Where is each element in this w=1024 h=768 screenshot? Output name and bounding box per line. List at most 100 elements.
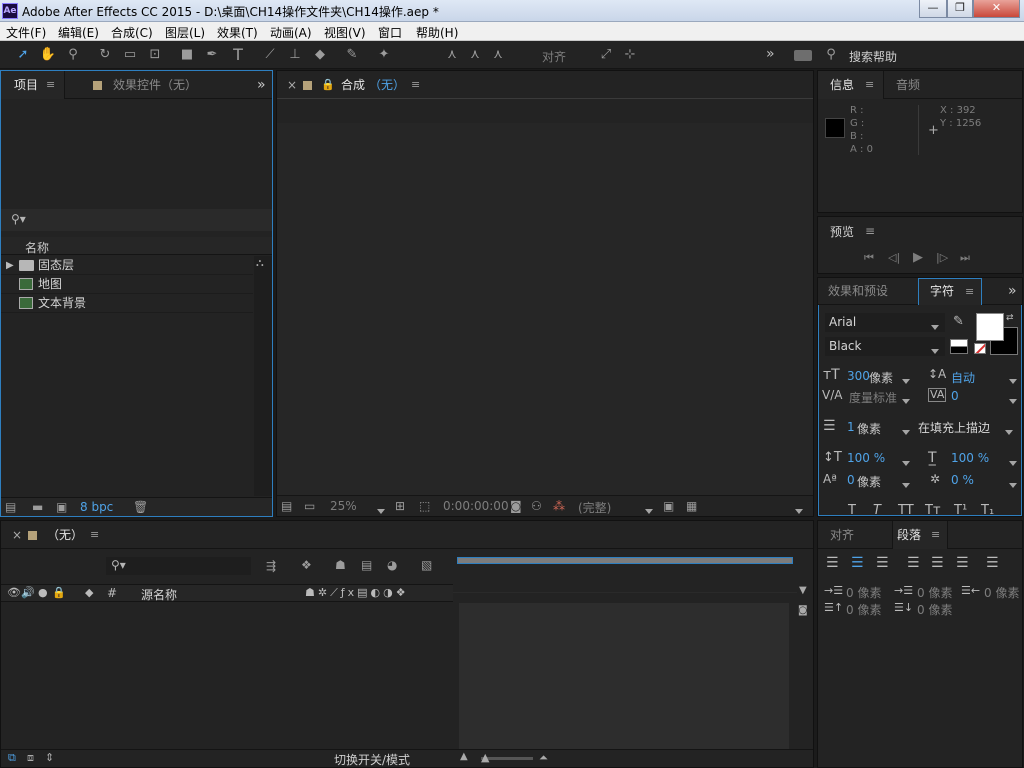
safe-margins-icon[interactable]: ⊞: [395, 499, 405, 513]
zoom-dropdown-icon[interactable]: [377, 504, 385, 518]
timeline-menu-icon[interactable]: ≡: [90, 521, 99, 549]
workspace-sync-icon[interactable]: [794, 50, 812, 61]
flowchart-icon[interactable]: ⛬: [256, 256, 264, 270]
viewer-timecode[interactable]: 0:00:00:00: [443, 499, 509, 513]
motion-blur-icon[interactable]: ◕: [387, 558, 397, 572]
solo-switch-icon[interactable]: ●: [38, 586, 48, 599]
align-center-icon[interactable]: ☰: [851, 555, 864, 571]
audio-switch-icon[interactable]: 🔊: [21, 586, 35, 599]
transfer-controls-toggle-icon[interactable]: ⧈: [27, 751, 34, 765]
align-left-icon[interactable]: ☰: [826, 555, 839, 571]
video-switch-icon[interactable]: 👁: [7, 586, 21, 599]
snap-grid-icon[interactable]: ⊹: [621, 46, 639, 64]
view-axis-icon[interactable]: ⋏: [489, 46, 507, 64]
chevron-down-icon[interactable]: [1009, 478, 1017, 492]
eyedropper-icon[interactable]: ✎: [953, 314, 964, 329]
composition-viewer[interactable]: [277, 123, 813, 495]
indent-left-value[interactable]: 0 像素: [846, 584, 881, 601]
project-item[interactable]: 地图: [1, 275, 253, 294]
character-menu-icon[interactable]: ≡: [965, 278, 974, 305]
fill-color-swatch[interactable]: [976, 313, 1004, 341]
clone-stamp-tool-icon[interactable]: ⊥: [286, 46, 304, 64]
in-out-toggle-icon[interactable]: ⇕: [45, 751, 54, 764]
faux-italic-icon[interactable]: T: [873, 503, 881, 518]
project-menu-icon[interactable]: ≡: [46, 71, 55, 99]
menu-help[interactable]: 帮助(H): [416, 24, 458, 41]
menu-window[interactable]: 窗口: [378, 24, 402, 41]
chevron-down-icon[interactable]: [1009, 394, 1017, 408]
viewer-menu-dropdown-icon[interactable]: [795, 504, 803, 518]
chevron-down-icon[interactable]: [902, 374, 910, 388]
new-composition-icon[interactable]: ▣: [56, 500, 67, 514]
stroke-width-value[interactable]: 1: [847, 420, 855, 434]
justify-all-icon[interactable]: ☰: [986, 555, 999, 571]
chevron-down-icon[interactable]: [1009, 374, 1017, 388]
comp-flowchart-icon[interactable]: ⇶: [266, 559, 276, 573]
font-style-select[interactable]: Black: [825, 337, 945, 356]
font-family-select[interactable]: Arial: [825, 313, 945, 332]
new-folder-icon[interactable]: ▬: [32, 500, 43, 514]
always-preview-icon[interactable]: ▤: [281, 499, 292, 513]
timeline-vertical-scrollbar[interactable]: ▼ ◙: [797, 583, 813, 749]
small-caps-icon[interactable]: Tт: [925, 503, 941, 518]
local-axis-icon[interactable]: ⋏: [443, 46, 461, 64]
tab-info[interactable]: 信息: [830, 71, 854, 99]
lock-icon[interactable]: 🔒: [321, 71, 335, 99]
timeline-comp-name[interactable]: （无）: [47, 521, 83, 549]
swap-colors-icon[interactable]: ⇄: [1006, 313, 1014, 323]
space-after-value[interactable]: 0 像素: [917, 601, 952, 618]
faux-bold-icon[interactable]: T: [848, 503, 856, 518]
zoom-in-icon[interactable]: ⏶: [539, 751, 548, 765]
zoom-out-icon[interactable]: ▲: [460, 751, 468, 762]
tab-preview[interactable]: 预览: [830, 223, 854, 240]
tracking-value[interactable]: 0: [951, 389, 959, 403]
preview-menu-icon[interactable]: ≡: [865, 224, 875, 238]
next-frame-icon[interactable]: |▷: [936, 251, 948, 264]
shy-layers-icon[interactable]: ☗: [335, 558, 346, 572]
menu-file[interactable]: 文件(F): [6, 24, 46, 41]
toolbar-overflow-button[interactable]: »: [766, 46, 775, 62]
transparency-grid-icon[interactable]: ▦: [686, 499, 697, 513]
close-button[interactable]: ✕: [973, 0, 1020, 18]
camera-tool-icon[interactable]: ▭: [121, 46, 139, 64]
pen-tool-icon[interactable]: ✒: [203, 46, 221, 64]
menu-layer[interactable]: 图层(L): [165, 24, 205, 41]
subscript-icon[interactable]: T₁: [981, 503, 994, 518]
tab-audio[interactable]: 音频: [896, 71, 920, 99]
puppet-pin-tool-icon[interactable]: ✦: [375, 46, 393, 64]
project-search-bar[interactable]: ⚲▾: [1, 209, 272, 231]
brush-tool-icon[interactable]: ⟋: [261, 46, 279, 64]
last-frame-icon[interactable]: ⏭: [960, 251, 970, 265]
font-size-value[interactable]: 300: [847, 369, 870, 383]
no-fill-icon[interactable]: [974, 343, 986, 354]
bpc-button[interactable]: 8 bpc: [80, 500, 113, 514]
comp-menu-icon[interactable]: ≡: [411, 71, 420, 99]
space-before-value[interactable]: 0 像素: [846, 601, 881, 618]
tab-character[interactable]: 字符: [930, 278, 954, 305]
character-overflow-button[interactable]: »: [1008, 278, 1017, 305]
interpret-footage-icon[interactable]: ▤: [5, 500, 16, 514]
horizontal-scale-value[interactable]: 100 %: [951, 451, 989, 465]
minimize-button[interactable]: —: [919, 0, 947, 18]
justify-left-icon[interactable]: ☰: [907, 555, 920, 571]
first-frame-icon[interactable]: ⏮: [864, 251, 874, 265]
trash-icon[interactable]: 🗑: [133, 500, 148, 514]
work-area-bar[interactable]: [453, 554, 797, 572]
type-tool-icon[interactable]: T: [229, 46, 247, 64]
menu-effect[interactable]: 效果(T): [217, 24, 258, 41]
monitor-icon[interactable]: ▭: [304, 499, 315, 513]
kerning-value[interactable]: 度量标准: [849, 389, 897, 406]
menu-composition[interactable]: 合成(C): [111, 24, 153, 41]
resolution-dropdown-icon[interactable]: [645, 504, 653, 518]
pan-behind-tool-icon[interactable]: ⊡: [146, 46, 164, 64]
all-caps-icon[interactable]: TT: [898, 503, 914, 518]
stroke-mode-select[interactable]: 在填充上描边: [915, 417, 1019, 437]
tsume-value[interactable]: 0 %: [951, 473, 974, 487]
region-of-interest-icon[interactable]: ▣: [663, 499, 674, 513]
tab-effects-presets[interactable]: 效果和预设: [828, 278, 888, 305]
baseline-shift-value[interactable]: 0: [847, 473, 855, 487]
chevron-down-icon[interactable]: [1009, 456, 1017, 470]
selection-tool-icon[interactable]: ➚: [14, 46, 32, 64]
resolution-value[interactable]: (完整): [578, 499, 611, 516]
channel-icon[interactable]: ⁂: [553, 499, 565, 513]
